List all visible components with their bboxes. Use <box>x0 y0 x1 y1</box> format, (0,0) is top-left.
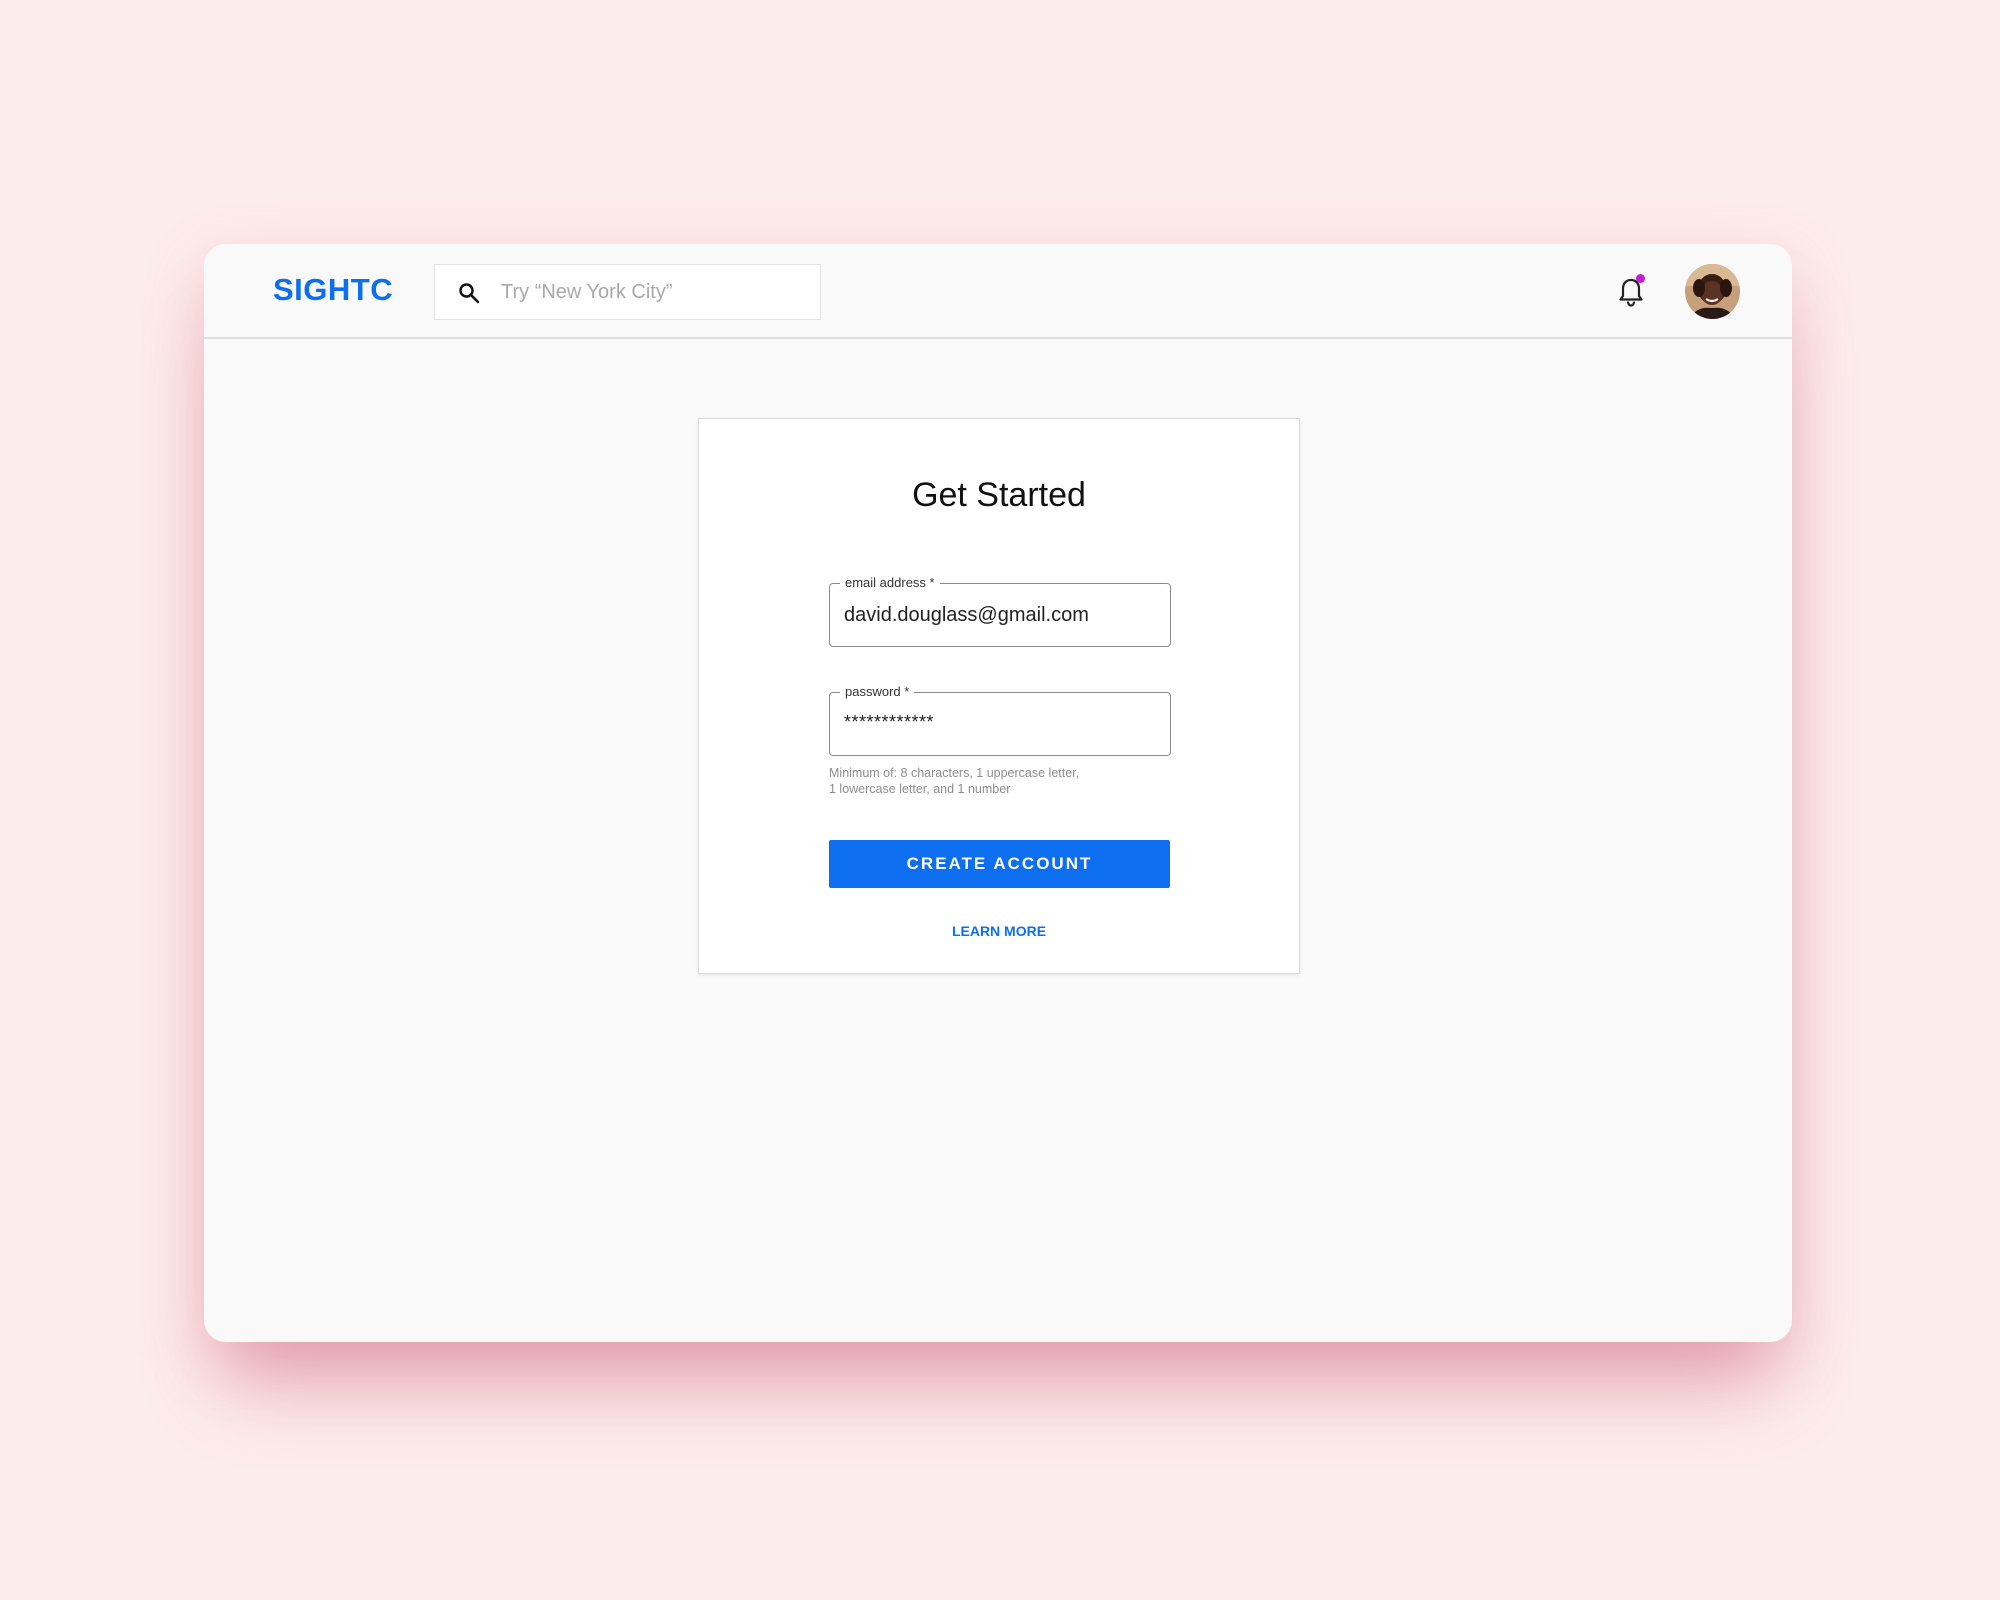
page-title: Get Started <box>912 476 1086 514</box>
app-window: SIGHTC Get S <box>204 244 1792 1342</box>
password-hint: Minimum of: 8 characters, 1 uppercase le… <box>829 765 1129 797</box>
email-input[interactable] <box>844 600 1158 630</box>
create-account-button[interactable]: CREATE ACCOUNT <box>829 840 1170 888</box>
email-field-label: email address * <box>840 574 940 592</box>
signup-card: Get Started email address * password * *… <box>698 418 1300 974</box>
password-field-label: password * <box>840 683 915 701</box>
learn-more-link[interactable]: LEARN MORE <box>699 922 1299 940</box>
password-input[interactable]: ************ <box>844 711 934 733</box>
app-logo[interactable]: SIGHTC <box>273 270 393 310</box>
top-navigation-bar: SIGHTC <box>204 244 1792 339</box>
search-box[interactable] <box>434 264 821 320</box>
password-field[interactable]: password * ************ <box>829 683 1171 756</box>
email-field[interactable]: email address * <box>829 574 1171 647</box>
avatar[interactable] <box>1685 264 1740 319</box>
search-input[interactable] <box>501 265 801 319</box>
password-hint-line: Minimum of: 8 characters, 1 uppercase le… <box>829 766 1080 780</box>
search-icon <box>459 283 480 304</box>
notification-badge <box>1636 274 1645 283</box>
user-avatar-icon <box>1685 264 1740 319</box>
password-hint-line: 1 lowercase letter, and 1 number <box>829 782 1011 796</box>
